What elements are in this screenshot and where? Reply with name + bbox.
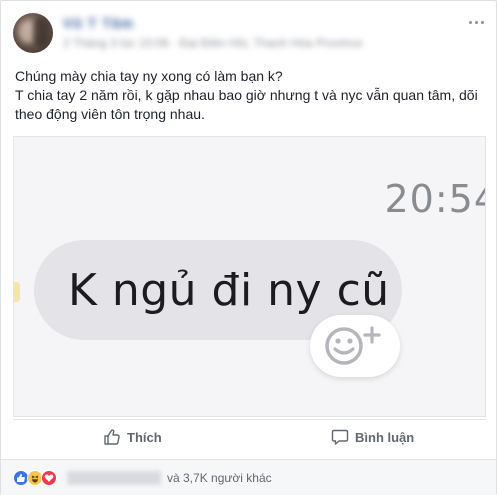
- comment-button[interactable]: Bình luận: [331, 428, 414, 446]
- post-text: Chúng mày chia tay ny xong có làm bạn k?…: [15, 67, 485, 124]
- comment-label: Bình luận: [355, 429, 415, 445]
- post-text-line: T chia tay 2 năm rồi, k gặp nhau bao giờ…: [15, 87, 478, 103]
- thumbs-up-icon: [104, 429, 120, 445]
- reaction-count-text[interactable]: và 3,7K người khác: [167, 471, 272, 485]
- photo-edge-decoration: [14, 282, 20, 302]
- post-photo[interactable]: 20:54 K ngủ đi ny cũ: [13, 136, 486, 417]
- post-card: Vũ T Tâm 2 Tháng 3 lúc 10:06 · Đại Điền …: [0, 0, 497, 495]
- comment-icon: [331, 429, 349, 445]
- author-name[interactable]: Vũ T Tâm: [63, 15, 134, 31]
- author-avatar[interactable]: [13, 13, 53, 53]
- like-label: Thích: [127, 429, 162, 445]
- more-options-icon[interactable]: [468, 17, 484, 27]
- reaction-icons[interactable]: [13, 470, 57, 486]
- reactor-names-redacted[interactable]: [67, 471, 161, 485]
- love-icon: [41, 470, 57, 486]
- post-text-line: Chúng mày chia tay ny xong có làm bạn k?: [15, 68, 283, 84]
- post-action-bar: Thích Bình luận: [13, 419, 486, 455]
- post-meta[interactable]: 2 Tháng 3 lúc 10:06 · Đại Điền Hồi, Than…: [63, 36, 363, 50]
- photo-time-text: 20:54: [384, 177, 485, 221]
- like-button[interactable]: Thích: [103, 428, 162, 446]
- reaction-summary: và 3,7K người khác: [1, 459, 496, 495]
- post-text-line: theo động viên tôn trọng nhau.: [15, 106, 205, 122]
- smiley-plus-icon: [325, 326, 381, 365]
- add-reaction-button: [310, 315, 400, 377]
- message-text: K ngủ đi ny cũ: [68, 264, 390, 316]
